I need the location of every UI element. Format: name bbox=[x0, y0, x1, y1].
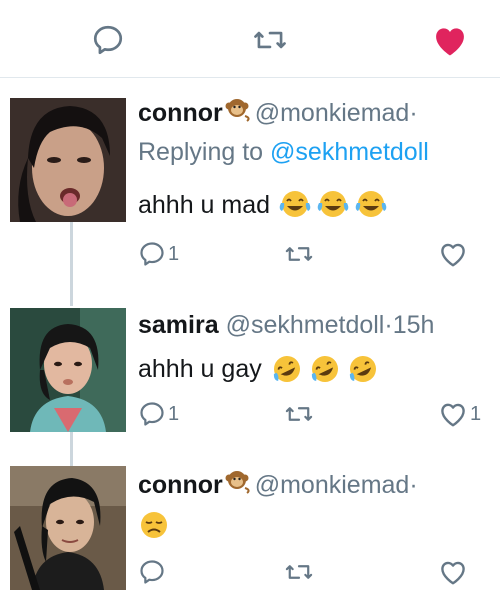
heart-filled-icon[interactable] bbox=[430, 20, 470, 60]
reply-count: 1 bbox=[168, 242, 180, 265]
monkey-emoji-icon bbox=[225, 466, 251, 503]
display-name[interactable]: connor bbox=[138, 99, 223, 127]
face-with-tears-of-joy-icon bbox=[279, 191, 311, 217]
reply-button[interactable]: 1 bbox=[138, 240, 179, 268]
heart-icon bbox=[441, 561, 465, 585]
monkey-emoji-icon bbox=[225, 94, 251, 131]
reply-icon bbox=[140, 242, 164, 266]
face-with-tears-of-joy-icon bbox=[355, 191, 387, 217]
timestamp[interactable]: 15h bbox=[393, 311, 435, 339]
avatar[interactable] bbox=[10, 466, 126, 590]
tweet-header: connor @monkiemad· bbox=[138, 94, 418, 135]
tweet-header: connor @monkiemad· bbox=[138, 466, 418, 507]
tweet-header: samira @sekhmetdoll·15h bbox=[138, 308, 434, 342]
avatar[interactable] bbox=[10, 98, 126, 222]
user-handle[interactable]: @monkiemad bbox=[255, 99, 410, 127]
reply-button[interactable]: 1 bbox=[138, 400, 179, 428]
retweet-icon bbox=[285, 247, 313, 261]
retweet-icon[interactable] bbox=[250, 20, 290, 60]
separator: · bbox=[384, 311, 393, 339]
tweet-actions: 1 1 bbox=[138, 400, 481, 434]
tweet-text-content: ahhh u gay bbox=[138, 354, 262, 383]
replying-to: Replying to @sekhmetdoll bbox=[138, 138, 429, 167]
like-button[interactable]: 1 bbox=[438, 400, 481, 428]
display-name[interactable]: connor bbox=[138, 471, 223, 499]
avatar[interactable] bbox=[10, 308, 126, 432]
heart-icon bbox=[441, 403, 465, 427]
separator: · bbox=[409, 471, 418, 500]
reply-icon bbox=[140, 402, 164, 426]
rolling-on-floor-laughing-icon bbox=[349, 356, 376, 382]
tweet[interactable]: connor @monkiemad· bbox=[0, 466, 500, 601]
tweet-text-content: ahhh u mad bbox=[138, 190, 271, 219]
reply-icon bbox=[140, 560, 164, 584]
replying-prefix: Replying to bbox=[138, 138, 264, 166]
like-button[interactable] bbox=[438, 240, 470, 268]
face-with-tears-of-joy-icon bbox=[317, 191, 349, 217]
tweet-actions: 1 bbox=[138, 240, 478, 274]
like-button[interactable] bbox=[438, 558, 468, 586]
mention-link[interactable]: @sekhmetdoll bbox=[270, 138, 429, 166]
tweet[interactable]: samira @sekhmetdoll·15h ahhh u gay 1 1 bbox=[0, 308, 500, 448]
tweet-action-bar bbox=[0, 0, 500, 78]
tweet-text bbox=[138, 508, 170, 542]
heart-icon bbox=[441, 243, 465, 267]
rolling-on-floor-laughing-icon bbox=[273, 356, 300, 382]
user-handle[interactable]: @monkiemad bbox=[255, 471, 410, 499]
rolling-on-floor-laughing-icon bbox=[311, 356, 338, 382]
retweet-button[interactable] bbox=[284, 240, 314, 268]
disappointed-face-icon bbox=[141, 512, 167, 538]
tweet-actions bbox=[138, 558, 478, 592]
retweet-button[interactable] bbox=[284, 558, 314, 586]
retweet-icon bbox=[285, 565, 313, 579]
tweet-text: ahhh u gay bbox=[138, 352, 380, 386]
like-count: 1 bbox=[470, 402, 482, 425]
tweet[interactable]: connor @monkiemad· Replying to @sekhmetdo… bbox=[0, 94, 500, 284]
reply-count: 1 bbox=[168, 402, 180, 425]
separator: · bbox=[409, 99, 418, 128]
retweet-icon bbox=[285, 407, 313, 421]
reply-button[interactable] bbox=[138, 558, 166, 586]
display-name[interactable]: samira bbox=[138, 311, 219, 339]
retweet-button[interactable] bbox=[284, 400, 314, 428]
user-handle[interactable]: @sekhmetdoll bbox=[226, 311, 385, 339]
reply-icon[interactable] bbox=[88, 20, 128, 60]
tweet-text: ahhh u mad bbox=[138, 188, 388, 222]
